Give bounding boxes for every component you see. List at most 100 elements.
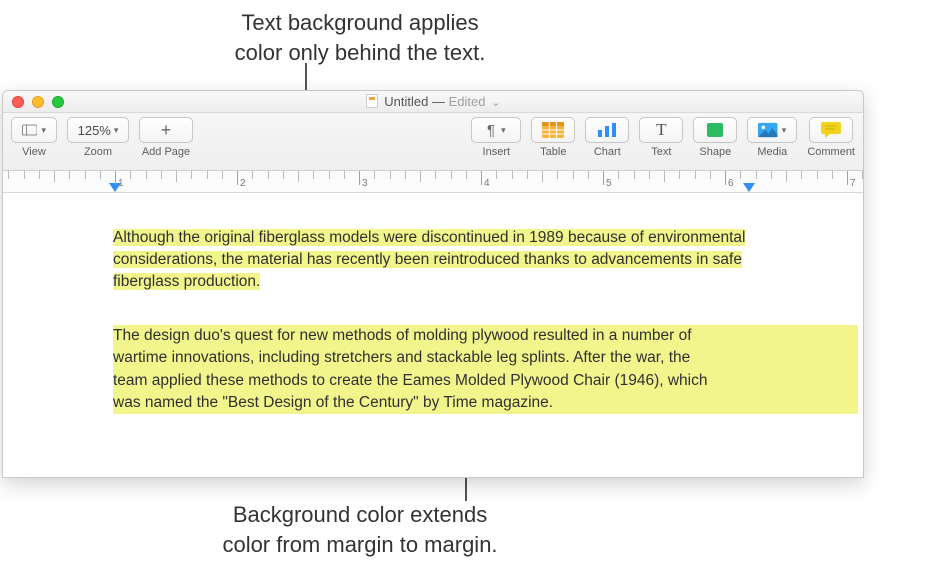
comment-button[interactable] [809,117,853,143]
add-page-label: Add Page [142,146,190,158]
plus-icon: + [161,120,172,141]
toolbar-view: ▾ View [11,117,57,158]
shape-button[interactable] [693,117,737,143]
text-button[interactable]: T [639,117,683,143]
ruler-number: 2 [240,178,246,189]
ruler-tick [161,171,162,179]
chart-label: Chart [594,146,621,158]
ruler-tick [634,171,635,179]
ruler-tick [557,171,558,179]
ruler-tick [649,171,650,179]
ruler-tick [344,171,345,179]
add-page-button[interactable]: + [139,117,193,143]
ruler-tick [466,171,467,179]
paragraph-bg-highlight[interactable]: The design duo's quest for new methods o… [113,325,858,414]
ruler-tick-major [481,171,482,185]
app-window: Untitled — Edited ⌄ ▾ View 125% ▾ Zoom + [2,90,864,478]
ruler-tick [710,171,711,179]
ruler-tick [69,171,70,179]
document-icon [366,94,378,108]
window-controls [3,96,64,108]
toolbar-addpage: + Add Page [139,117,193,158]
ruler[interactable]: 01234567 [3,171,863,193]
toolbar-zoom: 125% ▾ Zoom [67,117,129,158]
chart-button[interactable] [585,117,629,143]
ruler-number: 5 [606,178,612,189]
ruler-tick [298,171,299,182]
chevron-down-icon: ▾ [114,125,119,136]
ruler-tick [801,171,802,179]
text-label: Text [651,146,671,158]
ruler-tick [786,171,787,182]
view-label: View [22,146,46,158]
shape-icon [706,122,724,138]
chevron-down-icon[interactable]: ⌄ [491,97,500,109]
toolbar-shape: Shape [693,117,737,158]
right-margin-marker[interactable] [743,183,755,192]
table-button[interactable] [531,117,575,143]
ruler-number: 3 [362,178,368,189]
toolbar-text: T Text [639,117,683,158]
ruler-tick [252,171,253,179]
ruler-tick [527,171,528,179]
media-button[interactable]: ▾ [747,117,797,143]
callout-top: Text background appliescolor only behind… [170,8,550,67]
ruler-tick-major [115,171,116,185]
table-icon [542,122,564,138]
ruler-tick [24,171,25,179]
paragraph-text: The design duo's quest for new methods o… [113,325,748,414]
media-icon [758,122,777,138]
ruler-tick [39,171,40,179]
document-edited-status: Edited [449,94,486,109]
chevron-down-icon: ▾ [501,125,506,136]
document-name: Untitled [384,94,428,109]
view-button[interactable]: ▾ [11,117,57,143]
media-label: Media [757,146,787,158]
ruler-tick [496,171,497,179]
ruler-tick [664,171,665,182]
ruler-tick [817,171,818,179]
ruler-tick [695,171,696,179]
chart-icon [596,122,618,138]
toolbar-chart: Chart [585,117,629,158]
zoom-label: Zoom [84,146,112,158]
ruler-tick [222,171,223,179]
document-canvas[interactable]: Although the original fiberglass models … [3,227,863,414]
shape-label: Shape [699,146,731,158]
ruler-tick [756,171,757,179]
zoom-dropdown[interactable]: 125% ▾ [67,117,129,143]
paragraph-text-highlight[interactable]: Although the original fiberglass models … [113,227,748,293]
ruler-tick [405,171,406,179]
zoom-window-button[interactable] [52,96,64,108]
ruler-tick [374,171,375,179]
ruler-tick [420,171,421,182]
ruler-tick [329,171,330,179]
text-icon: T [656,120,666,140]
ruler-tick [451,171,452,179]
ruler-number: 4 [484,178,490,189]
ruler-tick [390,171,391,179]
ruler-tick [618,171,619,179]
ruler-tick [862,171,863,179]
window-title: Untitled — Edited ⌄ [3,94,863,109]
toolbar-comment: Comment [807,117,855,158]
ruler-tick [588,171,589,179]
minimize-button[interactable] [32,96,44,108]
title-separator: — [432,94,449,109]
ruler-tick [313,171,314,179]
callout-bottom: Background color extendscolor from margi… [160,500,560,559]
close-button[interactable] [12,96,24,108]
chevron-down-icon: ▾ [782,125,787,136]
ruler-tick [435,171,436,179]
ruler-tick [54,171,55,182]
ruler-tick [512,171,513,179]
insert-button[interactable]: ¶ ▾ [471,117,521,143]
highlighted-text: Although the original fiberglass models … [113,229,745,290]
ruler-tick [573,171,574,179]
ruler-number: 6 [728,178,734,189]
ruler-tick [771,171,772,179]
toolbar-table: Table [531,117,575,158]
ruler-tick-major [847,171,848,185]
zoom-value: 125% [78,123,111,138]
ruler-tick [85,171,86,179]
